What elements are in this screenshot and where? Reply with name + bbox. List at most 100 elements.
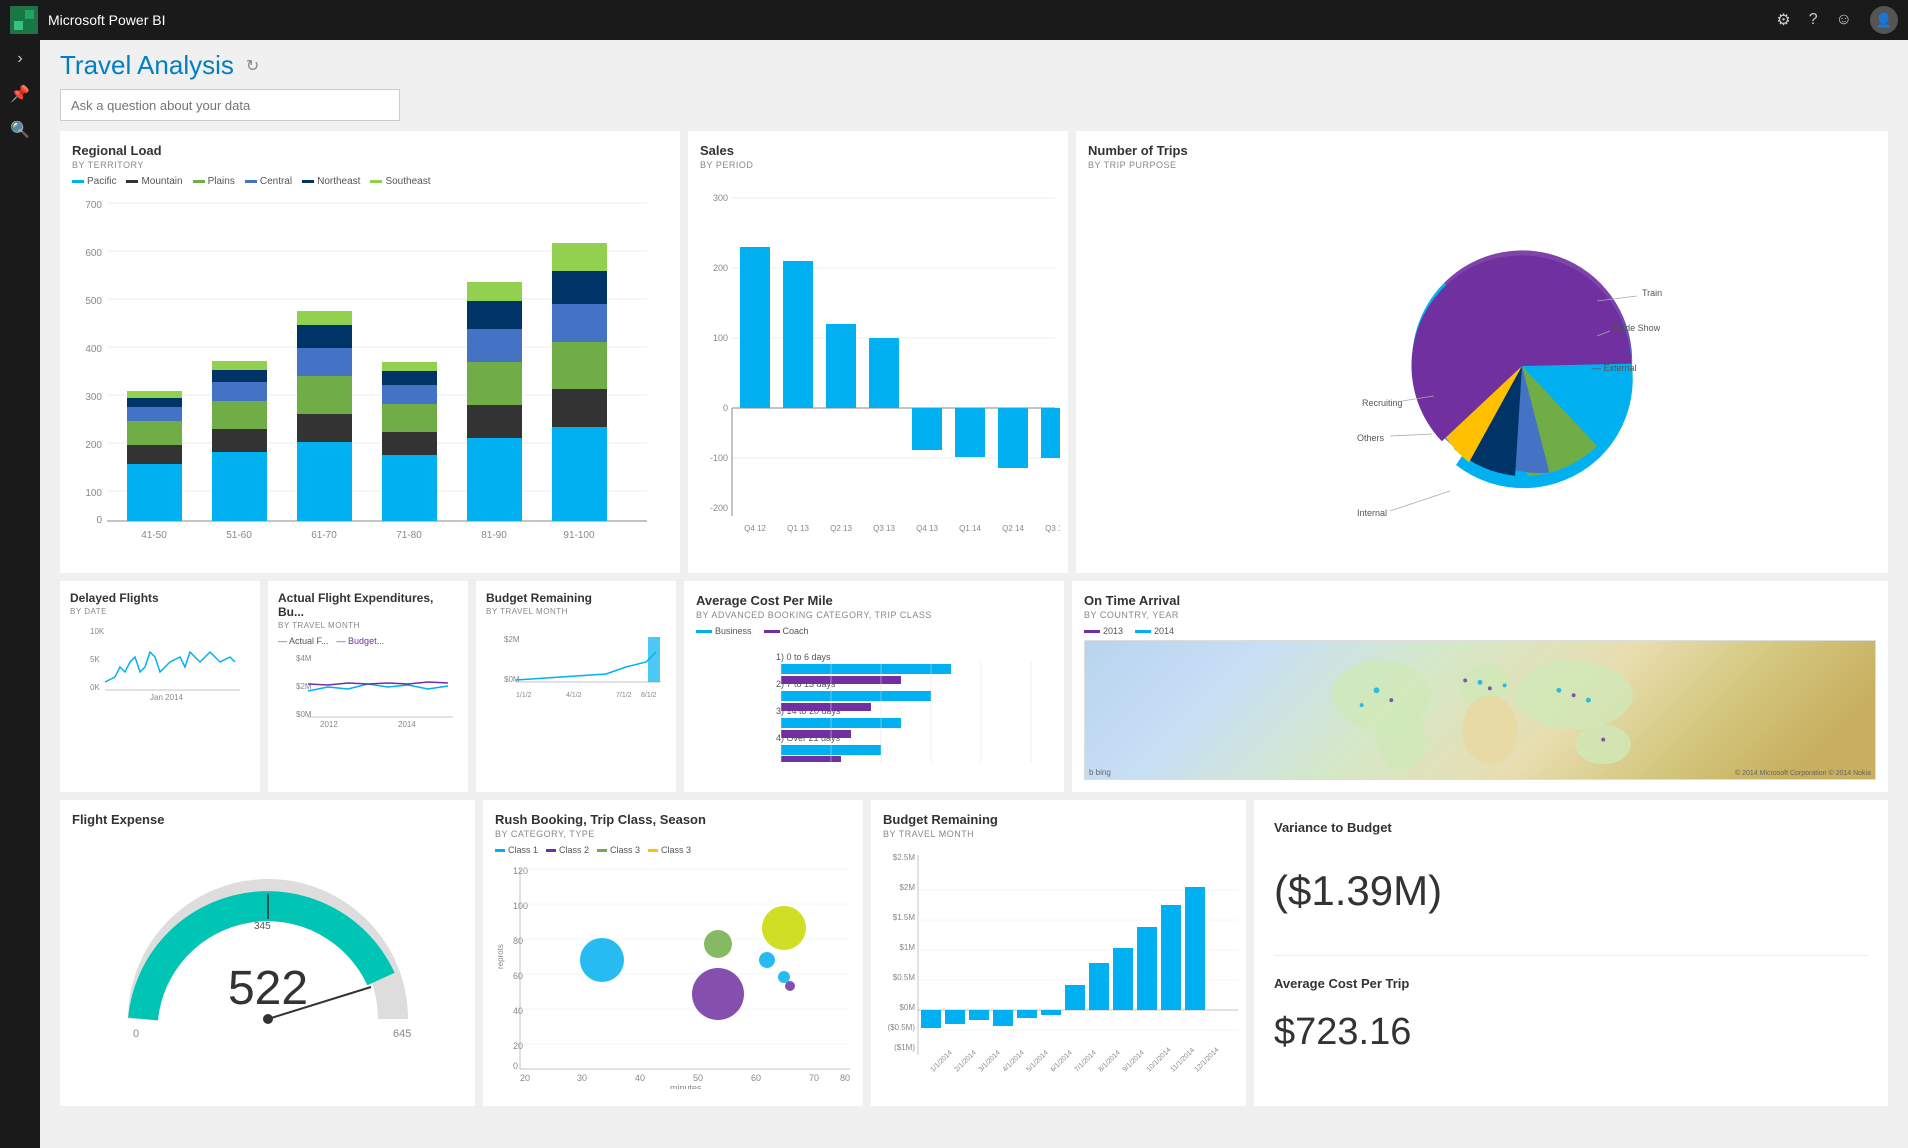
- svg-text:Others: Others: [1357, 433, 1385, 443]
- budget-remaining-bottom-subtitle: BY TRAVEL MONTH: [883, 829, 1234, 839]
- svg-text:$2M: $2M: [899, 883, 915, 892]
- budget-remaining-top-subtitle: BY TRAVEL MONTH: [486, 607, 666, 616]
- smiley-icon[interactable]: ☺: [1836, 11, 1852, 29]
- svg-text:1/1/2: 1/1/2: [516, 692, 532, 699]
- class3-legend: Class 3: [597, 845, 640, 855]
- search-bar: [60, 89, 1888, 121]
- svg-text:522: 522: [227, 962, 307, 1015]
- budget-remaining-top-title: Budget Remaining: [486, 591, 666, 605]
- help-icon[interactable]: ?: [1809, 11, 1818, 29]
- app-name: Microsoft Power BI: [48, 12, 165, 28]
- svg-text:60: 60: [751, 1073, 761, 1083]
- svg-text:51-60: 51-60: [226, 530, 252, 541]
- app-logo[interactable]: [10, 6, 38, 34]
- svg-text:4/1/2: 4/1/2: [566, 692, 582, 699]
- trips-pie-chart: Training Trade Show — External Recruitin…: [1302, 186, 1662, 546]
- svg-text:($0.5M): ($0.5M): [887, 1023, 915, 1032]
- svg-text:9/1/2014: 9/1/2014: [1122, 1049, 1146, 1073]
- svg-text:61-70: 61-70: [311, 530, 337, 541]
- actual-legend: — Actual F...: [278, 636, 329, 646]
- svg-text:91-100: 91-100: [563, 530, 595, 541]
- svg-text:$1M: $1M: [899, 943, 915, 952]
- svg-text:7/1/2: 7/1/2: [616, 692, 632, 699]
- svg-text:80: 80: [513, 936, 523, 946]
- search-input[interactable]: [60, 89, 400, 121]
- sidebar: › 📌 🔍: [0, 40, 40, 1148]
- regional-load-title: Regional Load: [72, 143, 668, 158]
- budget-legend: — Budget...: [337, 636, 385, 646]
- svg-text:minutes: minutes: [670, 1083, 702, 1089]
- svg-text:5/1/2014: 5/1/2014: [1026, 1049, 1050, 1073]
- regional-load-subtitle: BY TERRITORY: [72, 160, 668, 170]
- sales-subtitle: BY PERIOD: [700, 160, 1056, 170]
- svg-text:41-50: 41-50: [141, 530, 167, 541]
- svg-text:645: 645: [393, 1028, 411, 1040]
- main-content: Travel Analysis ↻ Regional Load BY TERRI…: [40, 40, 1908, 1148]
- settings-icon[interactable]: ⚙: [1776, 10, 1790, 30]
- delayed-flights-card: Delayed Flights BY DATE 10K 5K 0K Jan 20…: [60, 581, 260, 792]
- svg-text:100: 100: [513, 901, 528, 911]
- svg-text:-100: -100: [710, 453, 728, 463]
- svg-text:reprots: reprots: [496, 944, 505, 969]
- nav-expand-icon[interactable]: ›: [17, 50, 22, 68]
- rush-booking-card: Rush Booking, Trip Class, Season BY CATE…: [483, 800, 863, 1106]
- svg-text:1) 0 to 6 days: 1) 0 to 6 days: [776, 652, 831, 662]
- svg-text:($1M): ($1M): [894, 1043, 915, 1052]
- svg-text:40: 40: [635, 1073, 645, 1083]
- svg-text:300: 300: [713, 193, 728, 203]
- svg-text:Internal: Internal: [1357, 508, 1387, 518]
- variance-card: Variance to Budget ($1.39M) Average Cost…: [1254, 800, 1888, 1106]
- svg-text:10/1/2014: 10/1/2014: [1146, 1046, 1173, 1073]
- nav-search-icon[interactable]: 🔍: [10, 120, 30, 140]
- budget-remaining-top-chart: $2M $0M 1/1/2 4/1/2 7/1/2 8/1/2: [486, 622, 666, 702]
- svg-text:5K: 5K: [90, 655, 100, 664]
- variance-value: ($1.39M): [1274, 867, 1868, 915]
- svg-text:Q3 13: Q3 13: [873, 524, 895, 533]
- svg-text:Q1 13: Q1 13: [787, 524, 809, 533]
- regional-load-chart: 700 600 500 400 300 200 100 0: [72, 193, 652, 553]
- class1-legend: Class 1: [495, 845, 538, 855]
- svg-text:$0M: $0M: [296, 710, 312, 719]
- actual-flight-title: Actual Flight Expenditures, Bu...: [278, 591, 458, 619]
- svg-text:10K: 10K: [90, 627, 105, 636]
- svg-text:$1.5M: $1.5M: [893, 913, 916, 922]
- year2013-legend: 2013: [1084, 626, 1123, 636]
- actual-flight-subtitle: BY TRAVEL MONTH: [278, 621, 458, 630]
- svg-text:70: 70: [809, 1073, 819, 1083]
- svg-text:71-80: 71-80: [396, 530, 422, 541]
- svg-text:2/1/2014: 2/1/2014: [954, 1049, 978, 1073]
- rush-booking-subtitle: BY CATEGORY, TYPE: [495, 829, 851, 839]
- svg-text:Jan 2014: Jan 2014: [150, 693, 183, 702]
- class3b-legend: Class 3: [648, 845, 691, 855]
- svg-text:100: 100: [713, 333, 728, 343]
- sales-chart: 300 200 100 0 -100 -200 Q4 12 Q1 13: [700, 176, 1060, 556]
- nav-pin-icon[interactable]: 📌: [10, 84, 30, 104]
- ontime-card: On Time Arrival BY COUNTRY, YEAR 2013 20…: [1072, 581, 1888, 792]
- avg-cost-card: Average Cost Per Mile BY ADVANCED BOOKIN…: [684, 581, 1064, 792]
- svg-text:20: 20: [513, 1041, 523, 1051]
- svg-text:40: 40: [513, 1006, 523, 1016]
- topbar-icons: ⚙ ? ☺ 👤: [1776, 6, 1898, 34]
- rush-booking-title: Rush Booking, Trip Class, Season: [495, 812, 851, 827]
- user-avatar[interactable]: 👤: [1870, 6, 1898, 34]
- svg-text:Q2 14: Q2 14: [1002, 524, 1024, 533]
- svg-text:Q1 14: Q1 14: [959, 524, 981, 533]
- svg-text:11/1/2014: 11/1/2014: [1170, 1047, 1197, 1074]
- legend-pacific: Pacific: [72, 176, 116, 187]
- ontime-subtitle: BY COUNTRY, YEAR: [1084, 610, 1876, 620]
- svg-text:500: 500: [85, 296, 102, 307]
- flight-expense-card: Flight Expense 345 522 0: [60, 800, 475, 1106]
- svg-text:20: 20: [520, 1073, 530, 1083]
- avg-cost-chart: 1) 0 to 6 days 2) 7 to 13 days 3) 14 to …: [696, 642, 1056, 762]
- svg-text:Recruiting: Recruiting: [1362, 398, 1403, 408]
- svg-text:0K: 0K: [90, 683, 100, 692]
- svg-text:600: 600: [85, 248, 102, 259]
- svg-text:120: 120: [513, 866, 528, 876]
- page-title: Travel Analysis: [60, 50, 234, 81]
- year2014-legend: 2014: [1135, 626, 1174, 636]
- svg-text:60: 60: [513, 971, 523, 981]
- svg-text:$0.5M: $0.5M: [893, 973, 916, 982]
- svg-text:2014: 2014: [398, 720, 416, 729]
- svg-text:0: 0: [133, 1028, 139, 1040]
- refresh-icon[interactable]: ↻: [246, 56, 259, 76]
